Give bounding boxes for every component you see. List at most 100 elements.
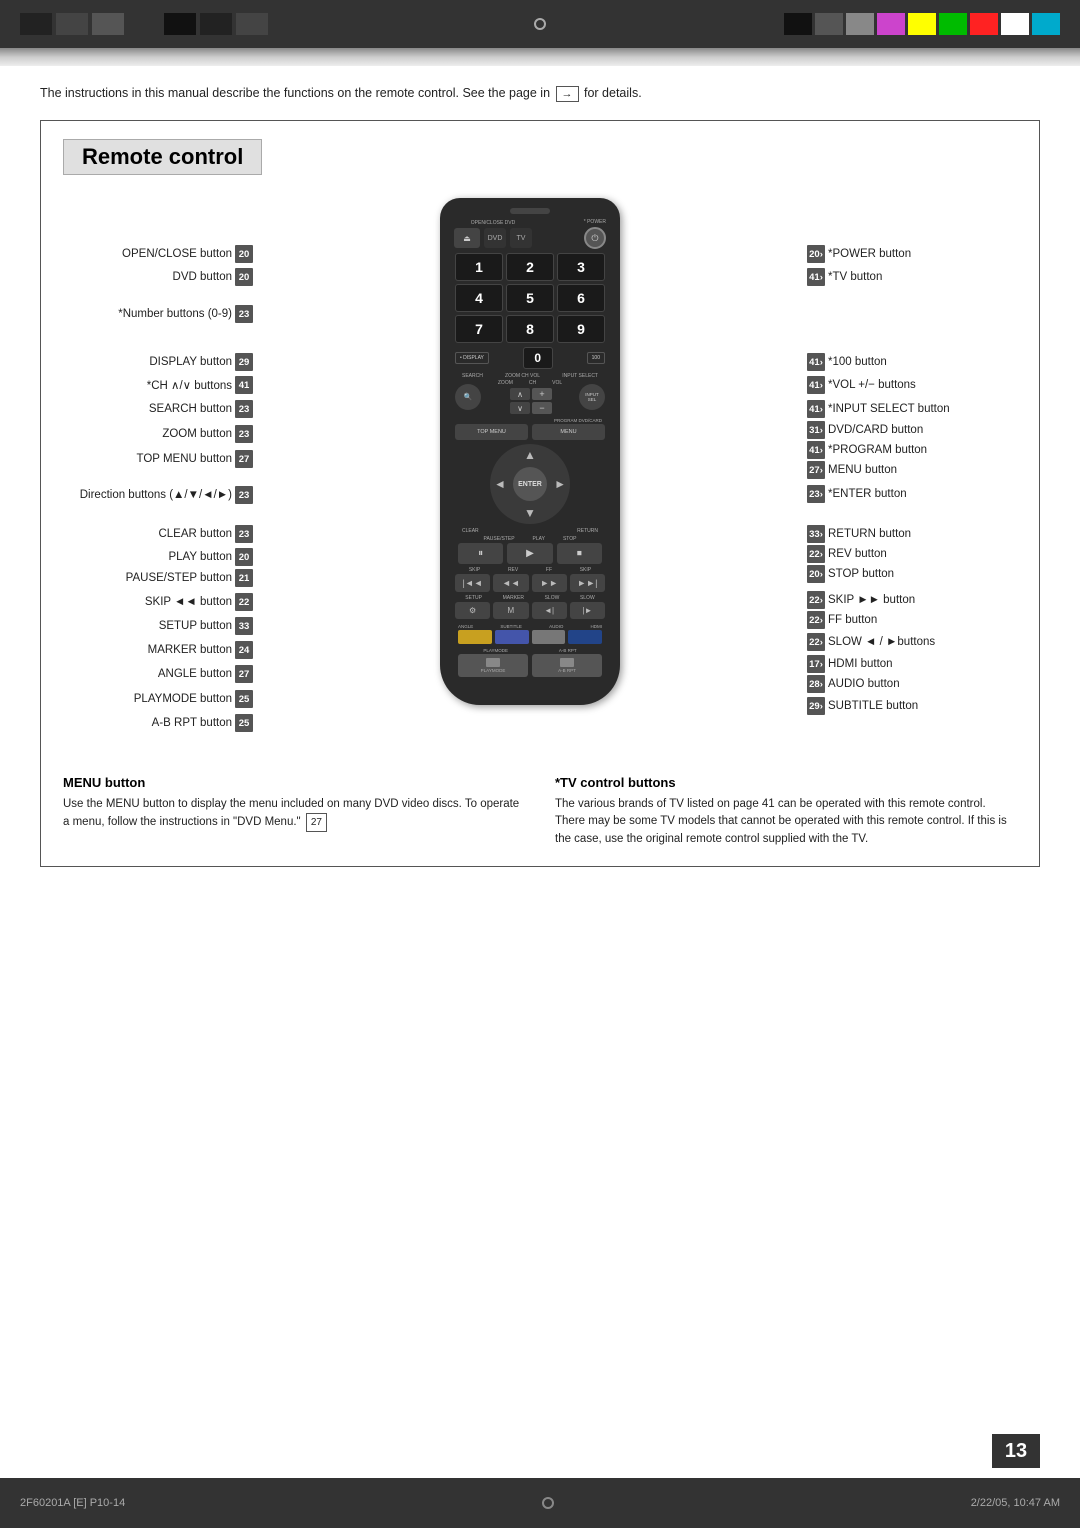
input-select-btn[interactable]: INPUTSEL	[579, 384, 605, 410]
label-openclose: OPEN/CLOSE button 20	[122, 245, 253, 263]
label-r-return: 33› RETURN button	[807, 525, 911, 543]
power-btn[interactable]: ⏻	[584, 227, 606, 249]
angle-btn[interactable]	[458, 630, 492, 644]
color-1	[784, 13, 812, 35]
rev-btn[interactable]: ◄◄	[493, 574, 528, 592]
abrpt-btn[interactable]: A-B RPT	[532, 654, 602, 677]
openclose-dvd-area: OPEN/CLOSE DVD ⏏ DVD TV	[454, 220, 532, 248]
vol-buttons: + −	[532, 388, 552, 414]
num-3[interactable]: 3	[557, 253, 605, 281]
playmode-icon	[486, 658, 500, 667]
ch-vol-top-label: ZOOMCHVOL	[498, 380, 562, 386]
audio-btn[interactable]	[532, 630, 566, 644]
ff-btn[interactable]: ►►	[532, 574, 567, 592]
display-btn[interactable]: • DISPLAY	[455, 352, 489, 364]
bottom-notes: MENU button Use the MENU button to displ…	[63, 775, 1017, 848]
dir-up-btn[interactable]: ▲	[524, 448, 536, 462]
num-8[interactable]: 8	[506, 315, 554, 343]
marker-btn[interactable]: M	[493, 602, 528, 619]
intro-suffix: for details.	[584, 86, 642, 100]
playmode-labels: PLAYMODE A-B RPT	[450, 648, 610, 653]
ch-down-btn[interactable]: ∨	[510, 402, 530, 414]
subtitle-btn[interactable]	[495, 630, 529, 644]
num-4[interactable]: 4	[455, 284, 503, 312]
inputsel-label-text: INPUT SELECT	[562, 373, 598, 379]
color-5	[908, 13, 936, 35]
num-6[interactable]: 6	[557, 284, 605, 312]
note-tv: *TV control buttons The various brands o…	[555, 775, 1017, 848]
slow-back-btn[interactable]: ◄|	[532, 602, 567, 619]
dir-down-btn[interactable]: ▼	[524, 506, 536, 520]
skip-fwd-btn[interactable]: ►►|	[570, 574, 605, 592]
pause-step-btn[interactable]: ⏸	[458, 543, 503, 564]
play-btn[interactable]: ▶	[507, 543, 552, 564]
playmode-btn[interactable]: PLAYMODE	[458, 654, 528, 677]
stop-icon: ⏹	[577, 548, 582, 559]
ch-arrows: ∧ ∨	[510, 388, 530, 414]
right-labels-column: 20› *POWER button 41› *TV button 41› *10…	[797, 193, 1017, 753]
openclose-dvd-buttons: ⏏ DVD TV	[454, 228, 532, 248]
color-7	[970, 13, 998, 35]
num-9[interactable]: 9	[557, 315, 605, 343]
pause-icon: ⏸	[478, 548, 483, 559]
num-1[interactable]: 1	[455, 253, 503, 281]
remote-layout: OPEN/CLOSE button 20 DVD button 20 *Numb…	[63, 193, 1017, 753]
hdmi-btn[interactable]	[568, 630, 602, 644]
remote-notch	[510, 208, 550, 214]
dir-outer-ring: ▲ ▼ ◄ ► ENTER	[490, 444, 570, 524]
label-r-enter: 23› *ENTER button	[807, 485, 907, 503]
num-7[interactable]: 7	[455, 315, 503, 343]
bottom-bar: 2F60201A [E] P10-14 2/22/05, 10:47 AM	[0, 1478, 1080, 1528]
setup-marker-slow-row: ⚙ M ◄| |►	[455, 602, 605, 619]
color-2	[815, 13, 843, 35]
label-r-ff: 22› FF button	[807, 611, 877, 629]
label-direction: Direction buttons (▲/▼/◄/►) 23	[80, 486, 253, 504]
footer-right: 2/22/05, 10:47 AM	[971, 1497, 1060, 1509]
note-tv-text: The various brands of TV listed on page …	[555, 796, 1017, 848]
note-menu-title: MENU button	[63, 775, 525, 790]
label-pausestep: PAUSE/STEP button 21	[126, 569, 253, 587]
enter-btn[interactable]: ENTER	[513, 467, 547, 501]
label-r-hdmi: 17› HDMI button	[807, 655, 893, 673]
remote-image-area: OPEN/CLOSE DVD ⏏ DVD TV * POWER ⏻	[263, 193, 797, 753]
bottom-registration-mark	[542, 1497, 554, 1509]
label-setup: SETUP button 33	[159, 617, 253, 635]
search-btn[interactable]: 🔍	[455, 384, 481, 410]
playback-labels: PAUSE/STEP PLAY STOP	[450, 536, 610, 542]
top-menu-btn[interactable]: TOP MENU	[455, 424, 528, 440]
vol-down-btn[interactable]: −	[532, 402, 552, 414]
num-0[interactable]: 0	[523, 347, 553, 369]
ch-up-btn[interactable]: ∧	[510, 388, 530, 400]
label-r-audio: 28› AUDIO button	[807, 675, 900, 693]
dir-right-btn[interactable]: ►	[554, 477, 566, 491]
ch-vol-controls: ∧ ∨ + −	[508, 388, 552, 414]
color-8	[1001, 13, 1029, 35]
dir-left-btn[interactable]: ◄	[494, 477, 506, 491]
setup-labels: SETUP MARKER SLOW SLOW	[450, 595, 610, 601]
setup-btn[interactable]: ⚙	[455, 602, 490, 619]
tv-label-btn[interactable]: TV	[510, 228, 532, 248]
display-zero-row: • DISPLAY 0 100	[455, 347, 605, 369]
label-marker: MARKER button 24	[148, 641, 253, 659]
top-labels-row: OPEN/CLOSE DVD ⏏ DVD TV * POWER ⏻	[450, 219, 610, 249]
left-labels-column: OPEN/CLOSE button 20 DVD button 20 *Numb…	[63, 193, 263, 753]
slow-fwd-btn[interactable]: |►	[570, 602, 605, 619]
color-bar	[784, 13, 1060, 35]
page-number: 13	[992, 1434, 1040, 1468]
openclose-btn[interactable]: ⏏	[454, 228, 480, 248]
remote-body: OPEN/CLOSE DVD ⏏ DVD TV * POWER ⏻	[440, 198, 620, 705]
power-area: * POWER ⏻	[584, 219, 606, 249]
label-dvd: DVD button 20	[173, 268, 253, 286]
label-skipback: SKIP ◄◄ button 22	[145, 593, 253, 611]
menu-btn[interactable]: MENU	[532, 424, 605, 440]
skip-back-btn[interactable]: |◄◄	[455, 574, 490, 592]
hundred-btn[interactable]: 100	[587, 352, 605, 364]
num-5[interactable]: 5	[506, 284, 554, 312]
num-2[interactable]: 2	[506, 253, 554, 281]
vol-up-btn[interactable]: +	[532, 388, 552, 400]
label-r-subtitle: 29› SUBTITLE button	[807, 697, 918, 715]
dvd-label-btn[interactable]: DVD	[484, 228, 506, 248]
stop-btn[interactable]: ⏹	[557, 543, 602, 564]
label-r-stop: 20› STOP button	[807, 565, 894, 583]
label-r-dvdcard: 31› DVD/CARD button	[807, 421, 923, 439]
